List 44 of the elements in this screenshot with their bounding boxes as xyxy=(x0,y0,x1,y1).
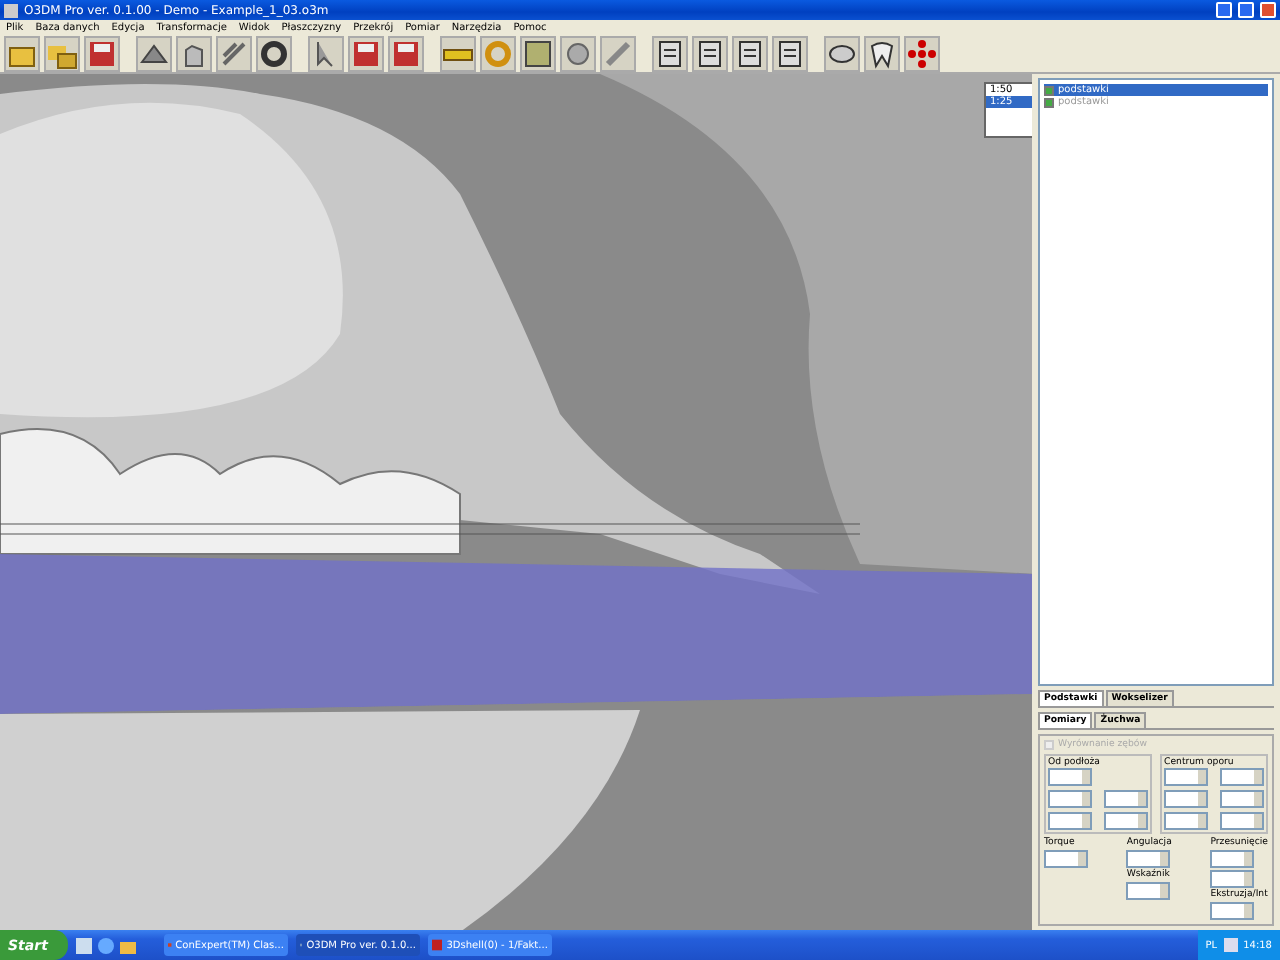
spin-field[interactable] xyxy=(1104,790,1148,808)
page-icon[interactable] xyxy=(692,36,728,72)
frame-icon[interactable] xyxy=(520,36,556,72)
folder-icon[interactable] xyxy=(119,937,136,953)
disk-icon[interactable] xyxy=(388,36,424,72)
globe-icon[interactable] xyxy=(97,937,114,953)
folder-icon[interactable] xyxy=(4,36,40,72)
spin-field[interactable] xyxy=(1210,902,1255,920)
spin-field[interactable] xyxy=(1048,790,1092,808)
pencil-icon[interactable] xyxy=(600,36,636,72)
spin-field[interactable] xyxy=(1164,768,1208,786)
eye-icon[interactable] xyxy=(824,36,860,72)
spin-field[interactable] xyxy=(1104,812,1148,830)
close-button[interactable] xyxy=(1260,2,1276,18)
app-icon xyxy=(4,3,18,17)
spin-field[interactable] xyxy=(1210,850,1255,868)
maximize-button[interactable] xyxy=(1238,2,1254,18)
checkbox[interactable] xyxy=(1044,97,1054,107)
tooth-icon[interactable] xyxy=(864,36,900,72)
page-icon[interactable] xyxy=(652,36,688,72)
move-arrows-icon[interactable] xyxy=(904,36,940,72)
spin-field[interactable] xyxy=(1220,812,1264,830)
page-icon[interactable] xyxy=(772,36,808,72)
spin-field[interactable] xyxy=(1164,812,1208,830)
spin-field[interactable] xyxy=(1044,850,1088,868)
disk-icon[interactable] xyxy=(84,36,120,72)
spin-field[interactable] xyxy=(1126,850,1171,868)
spin-field[interactable] xyxy=(1164,790,1208,808)
spin-field[interactable] xyxy=(1048,812,1092,830)
window-icon xyxy=(431,936,443,954)
spin-field[interactable] xyxy=(1126,882,1171,900)
spin-field[interactable] xyxy=(1220,768,1264,786)
spin-field[interactable] xyxy=(1210,870,1255,888)
folders-icon[interactable] xyxy=(44,36,80,72)
disk-icon[interactable] xyxy=(348,36,384,72)
cursor-icon[interactable] xyxy=(308,36,344,72)
ruler-icon[interactable] xyxy=(440,36,476,72)
spin-field[interactable] xyxy=(1048,768,1092,786)
page-icon[interactable] xyxy=(732,36,768,72)
checkbox[interactable] xyxy=(1044,85,1054,95)
minimize-button[interactable] xyxy=(1216,2,1232,18)
ring-icon[interactable] xyxy=(256,36,292,72)
spin-field[interactable] xyxy=(1220,790,1264,808)
lines-icon[interactable] xyxy=(216,36,252,72)
